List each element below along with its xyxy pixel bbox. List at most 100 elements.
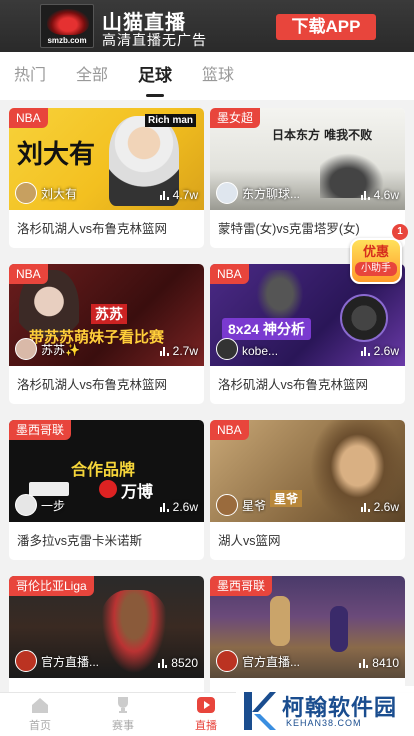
thumb-caption: 日本东方 唯我不败 [272, 128, 373, 142]
app-logo: smzb.com [40, 4, 94, 48]
author-name: 一步 [41, 499, 66, 513]
view-count: 4.7w [159, 188, 198, 202]
match-title: 洛杉矶湖人vs布鲁克林篮网 [17, 378, 168, 392]
view-count: 8520 [158, 656, 198, 670]
match-title: 洛杉矶湖人vs布鲁克林篮网 [218, 378, 369, 392]
match-title: 洛杉矶湖人vs布鲁克林篮网 [17, 222, 168, 236]
thumb-caption-secondary: 万博 [121, 484, 154, 501]
view-count: 4.6w [360, 188, 399, 202]
league-tag: 墨西哥联 [210, 576, 273, 596]
league-tag: NBA [210, 264, 249, 284]
stream-card[interactable]: 刘大有 Rich man 刘大有 4.7w NBA 洛杉矶湖人vs布鲁克林篮网 [9, 108, 204, 248]
category-tabs: 热门 全部 足球 篮球 [0, 52, 414, 100]
tab-all[interactable]: 全部 [76, 52, 108, 100]
views-icon [359, 658, 369, 668]
download-app-button[interactable]: 下载APP [276, 14, 376, 40]
views-icon [360, 346, 370, 356]
league-tag: 墨女超 [210, 108, 261, 128]
stream-card[interactable]: 苏苏 带苏苏萌妹子看比赛 苏苏✨ 2.7w NBA 洛杉矶湖人vs布鲁克林篮网 [9, 264, 204, 404]
view-count-value: 2.6w [373, 500, 399, 514]
match-title: 湖人vs篮网 [218, 534, 281, 548]
thumb-caption-secondary: Rich man [145, 114, 197, 127]
view-count-value: 8410 [372, 656, 399, 670]
stream-thumbnail: 刘大有 Rich man 刘大有 4.7w NBA [9, 108, 204, 210]
stream-thumbnail: 日本东方 唯我不败 东方聊球... 4.6w 墨女超 [210, 108, 405, 210]
view-count-value: 4.7w [172, 188, 198, 202]
view-count-value: 2.6w [172, 500, 198, 514]
thumb-caption: 合作品牌 [71, 462, 136, 479]
author-name: 官方直播... [41, 655, 100, 669]
nav-home[interactable]: 首页 [10, 693, 70, 736]
view-count: 8410 [359, 656, 399, 670]
view-count: 2.7w [159, 344, 198, 358]
author-name: 星爷 [242, 499, 267, 513]
view-count-value: 2.6w [373, 344, 399, 358]
author-name: kobe... [242, 344, 279, 358]
avatar [216, 494, 238, 516]
avatar [216, 650, 238, 672]
avatar [15, 182, 37, 204]
home-icon [32, 698, 48, 713]
play-icon [197, 697, 215, 713]
league-tag: NBA [9, 108, 48, 128]
thumb-caption: 8x24 神分析 [222, 318, 312, 340]
banner-subtitle: 高清直播无广告 [102, 32, 207, 48]
stream-grid: 刘大有 Rich man 刘大有 4.7w NBA 洛杉矶湖人vs布鲁克林篮网 … [0, 100, 414, 716]
stream-thumbnail: 官方直播... 8520 哥伦比亚Liga [9, 576, 204, 678]
nav-events[interactable]: 赛事 [93, 693, 153, 736]
tab-hot[interactable]: 热门 [14, 52, 46, 100]
view-count-value: 4.6w [373, 188, 399, 202]
nav-live[interactable]: 直播 [176, 693, 236, 736]
stream-thumbnail: 苏苏 带苏苏萌妹子看比赛 苏苏✨ 2.7w NBA [9, 264, 204, 366]
avatar [15, 650, 37, 672]
stream-card[interactable]: 8x24 神分析 kobe... 2.6w NBA 洛杉矶湖人vs布鲁克林篮网 [210, 264, 405, 404]
stream-thumbnail: 星爷 星爷 2.6w NBA [210, 420, 405, 522]
lynx-logo-icon [47, 9, 89, 35]
player-figure [270, 596, 290, 646]
view-count: 2.6w [159, 500, 198, 514]
league-tag: 哥伦比亚Liga [9, 576, 94, 596]
views-icon [360, 502, 370, 512]
match-title: 蒙特雷(女)vs克雷塔罗(女) [218, 222, 360, 236]
promo-assistant-button[interactable]: 优惠 小助手 [350, 238, 402, 284]
download-banner[interactable]: smzb.com 山猫直播 高清直播无广告 下载APP [0, 0, 414, 52]
views-icon [159, 502, 169, 512]
stream-card[interactable]: 日本东方 唯我不败 东方聊球... 4.6w 墨女超 蒙特雷(女)vs克雷塔罗(… [210, 108, 405, 248]
stream-card[interactable]: 星爷 星爷 2.6w NBA 湖人vs篮网 [210, 420, 405, 560]
tab-football[interactable]: 足球 [138, 52, 172, 100]
views-icon [360, 190, 370, 200]
promo-sublabel: 小助手 [355, 262, 397, 276]
avatar [15, 494, 37, 516]
author-name: 官方直播... [242, 655, 301, 669]
thumb-caption: 刘大有 [17, 139, 96, 169]
tab-basketball[interactable]: 篮球 [202, 52, 234, 100]
league-tag: NBA [9, 264, 48, 284]
kehan-logo-icon [244, 692, 276, 730]
avatar [216, 338, 238, 360]
match-title: 潘多拉vs克雷卡米诺斯 [17, 534, 143, 548]
avatar [216, 182, 238, 204]
trophy-icon [118, 697, 128, 713]
author-name: 刘大有 [41, 187, 78, 201]
thumb-caption: 苏苏 [91, 304, 127, 324]
notification-badge: 1 [392, 224, 408, 240]
thumb-caption: 星爷 [270, 490, 303, 507]
views-icon [159, 190, 169, 200]
stream-thumbnail: 官方直播... 8410 墨西哥联 [210, 576, 405, 678]
stream-card[interactable]: 合作品牌 万博 一步 2.6w 墨西哥联 潘多拉vs克雷卡米诺斯 [9, 420, 204, 560]
stream-thumbnail: 合作品牌 万博 一步 2.6w 墨西哥联 [9, 420, 204, 522]
nav-label: 赛事 [112, 720, 134, 732]
sponsor-logo [29, 482, 69, 496]
promo-label: 优惠 [362, 244, 389, 259]
watermark-url: KEHAN38.COM [286, 718, 362, 728]
view-count-value: 2.7w [172, 344, 198, 358]
view-count: 2.6w [360, 344, 399, 358]
watermark: 柯翰软件园 KEHAN38.COM [236, 686, 414, 736]
sponsor-logo-icon [99, 480, 117, 498]
nav-label: 直播 [195, 720, 217, 732]
logo-text: smzb.com [47, 36, 87, 45]
jersey-badge [340, 294, 388, 342]
view-count: 2.6w [360, 500, 399, 514]
author-name: 苏苏✨ [41, 343, 80, 357]
player-figure [330, 606, 348, 652]
